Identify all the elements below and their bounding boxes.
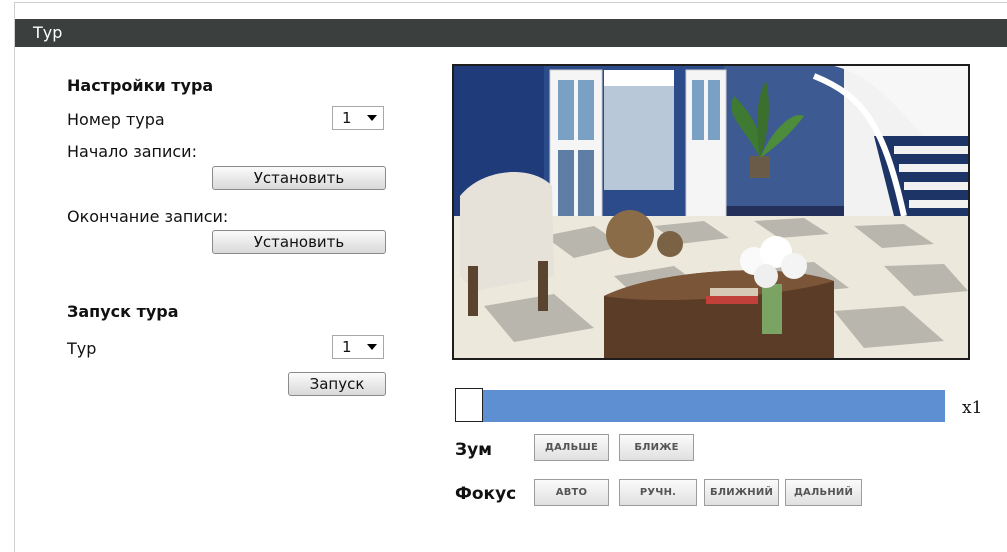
tour-label: Тур: [67, 339, 97, 358]
launch-tour-button[interactable]: Запуск: [288, 372, 386, 396]
zoom-slider-handle[interactable]: [455, 388, 483, 422]
zoom-in-button[interactable]: БЛИЖЕ: [619, 434, 694, 461]
zoom-level-readout: x1: [962, 398, 983, 418]
camera-image: [454, 66, 968, 358]
tour-launch-heading: Запуск тура: [67, 302, 179, 321]
focus-near-button[interactable]: БЛИЖНИЙ: [704, 479, 779, 506]
chevron-down-icon: [367, 115, 377, 121]
zoom-slider-track[interactable]: [455, 390, 945, 422]
focus-far-button[interactable]: ДАЛЬНИЙ: [785, 479, 862, 506]
focus-label: Фокус: [455, 484, 517, 504]
tour-value: 1: [342, 338, 352, 356]
zoom-label: Зум: [455, 440, 493, 460]
record-end-label: Окончание записи:: [67, 207, 229, 226]
focus-auto-button[interactable]: АВТО: [534, 479, 609, 506]
tour-number-select[interactable]: 1: [332, 106, 384, 130]
page-title: Тур: [15, 19, 1007, 47]
tour-select[interactable]: 1: [332, 335, 384, 359]
camera-live-view[interactable]: [452, 64, 970, 360]
focus-manual-button[interactable]: РУЧН.: [619, 479, 697, 506]
chevron-down-icon: [367, 344, 377, 350]
tour-number-value: 1: [342, 109, 352, 127]
record-start-label: Начало записи:: [67, 142, 197, 161]
tour-settings-heading: Настройки тура: [67, 76, 214, 95]
tour-number-label: Номер тура: [67, 110, 165, 129]
set-record-start-button[interactable]: Установить: [212, 166, 386, 190]
set-record-end-button[interactable]: Установить: [212, 230, 386, 254]
zoom-out-button[interactable]: ДАЛЬШЕ: [534, 434, 609, 461]
